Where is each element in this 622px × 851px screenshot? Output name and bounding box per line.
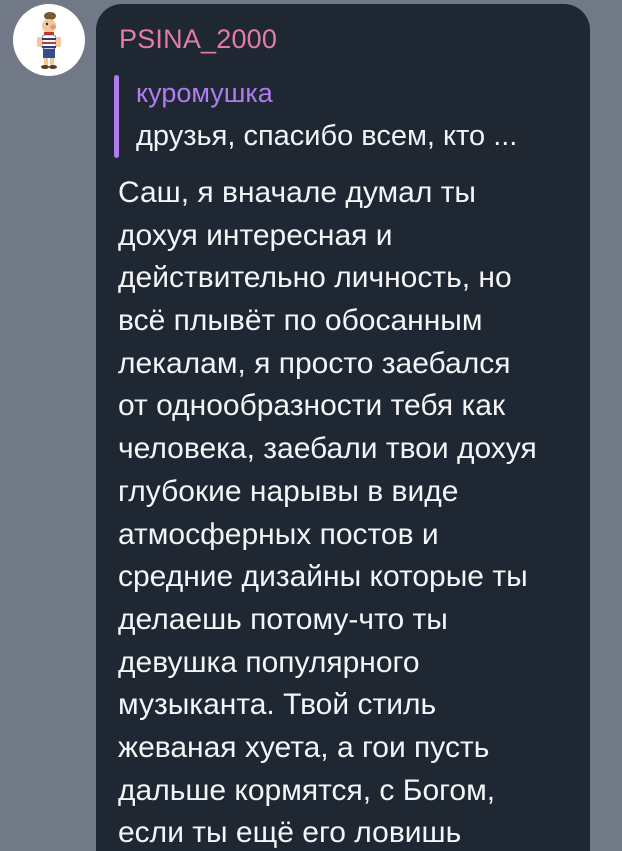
sender-avatar[interactable]	[13, 4, 85, 76]
message-line: дохуя интересная и	[118, 218, 393, 252]
message-line: от однообразности тебя как	[118, 389, 506, 423]
message-line: действительно личность, но	[118, 261, 512, 295]
message-line: средние дизайны которые ты	[118, 560, 528, 594]
sender-name[interactable]: PSINA_2000	[119, 24, 277, 55]
reply-quote[interactable]: куромушка друзья, спасибо всем, кто ...	[114, 72, 574, 158]
message-line: глубокие нарывы в виде	[118, 474, 459, 508]
reply-author: куромушка	[136, 78, 273, 108]
message-line: человека, заебали твои дохуя	[118, 432, 537, 466]
message-line: жеваная хуета, а гои пусть	[118, 730, 490, 764]
message-line: атмосферных постов и	[118, 517, 439, 551]
cartoon-character-avatar-icon	[37, 12, 61, 69]
message-line: дальше кормятся, с Богом,	[118, 773, 496, 807]
message-line: всё плывёт по обосанным	[118, 304, 483, 338]
message-line: лекалам, я просто заебался	[118, 346, 511, 380]
message-line: девушка популярного	[118, 645, 420, 679]
message-line: музыканта. Твой стиль	[118, 688, 437, 722]
chat-background: PSINA_2000 куромушка друзья, спасибо все…	[0, 0, 622, 851]
message-line: Саш, я вначале думал ты	[118, 176, 476, 209]
reply-accent-bar	[114, 75, 119, 158]
message-line: если ты ещё его ловишь	[118, 816, 462, 850]
reply-text: друзья, спасибо всем, кто ...	[136, 120, 518, 152]
message-text: Саш, я вначале думал ты дохуя интересная…	[118, 172, 580, 851]
message-line: делаешь потому-что ты	[118, 602, 448, 636]
